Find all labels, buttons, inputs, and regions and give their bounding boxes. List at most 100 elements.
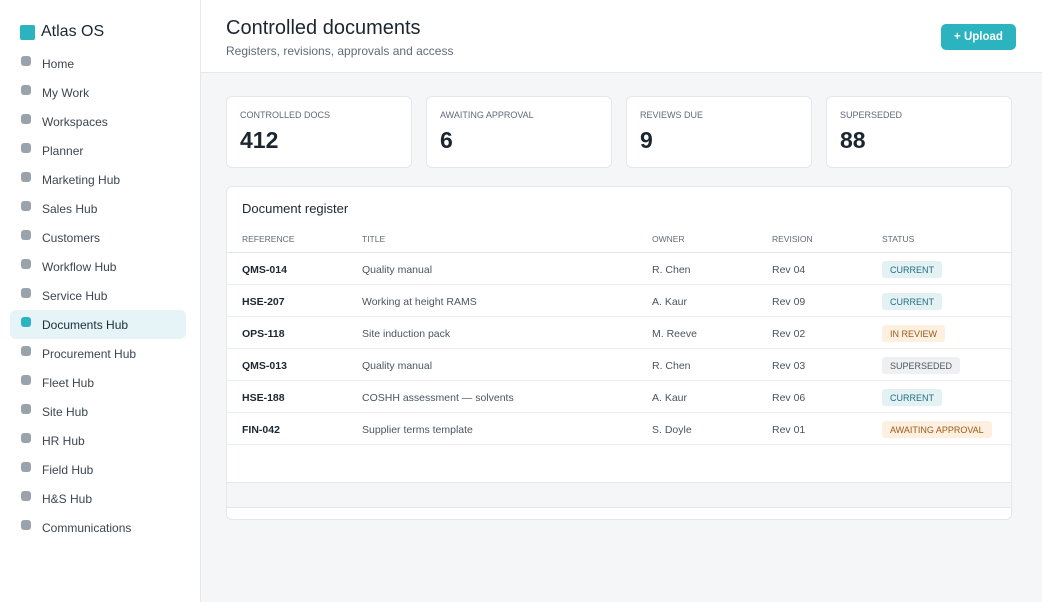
- stat-value: 9: [640, 127, 653, 153]
- column-header-revision[interactable]: REVISION: [772, 234, 813, 244]
- stat-label: CONTROLLED DOCS: [240, 110, 331, 120]
- cell-owner: M. Reeve: [652, 328, 697, 340]
- upload-button[interactable]: + Upload: [941, 24, 1016, 50]
- sidebar-item-sales-hub[interactable]: Sales Hub: [10, 194, 186, 223]
- stat-label: AWAITING APPROVAL: [440, 110, 534, 120]
- cell-reference: FIN-042: [242, 424, 280, 436]
- sidebar-item-label: Service Hub: [42, 288, 108, 303]
- cell-reference: HSE-188: [242, 392, 285, 404]
- status-badge: IN REVIEW: [882, 325, 946, 342]
- nav-bullet-icon: [21, 288, 31, 298]
- sidebar-item-label: H&S Hub: [42, 491, 93, 506]
- cell-title: Supplier terms template: [362, 424, 473, 436]
- page-subtitle: Registers, revisions, approvals and acce…: [226, 44, 454, 58]
- cell-reference: OPS-118: [242, 328, 285, 340]
- nav-bullet-icon: [21, 346, 31, 356]
- cell-revision: Rev 02: [772, 328, 806, 340]
- sidebar: Atlas OS Home My Work Workspaces Planner Mar…: [0, 0, 201, 602]
- status-badge: CURRENT: [882, 293, 942, 310]
- sidebar-item-label: Communications: [42, 520, 132, 535]
- app-name: Atlas OS: [41, 23, 105, 40]
- cell-revision: Rev 06: [772, 392, 806, 404]
- column-header-status[interactable]: STATUS: [882, 234, 914, 244]
- nav-bullet-icon: [21, 375, 31, 385]
- sidebar-item-fleet-hub[interactable]: Fleet Hub: [10, 368, 186, 397]
- sidebar-nav: Home My Work Workspaces Planner Marketing Hu…: [10, 49, 186, 542]
- nav-bullet-icon: [21, 259, 31, 269]
- document-register: Document register REFERENCE TITLE OWNER …: [226, 186, 1012, 520]
- table-body: QMS-014 Quality manual R. Chen Rev 04 CURREN…: [227, 253, 1011, 445]
- cell-owner: A. Kaur: [652, 296, 688, 308]
- sidebar-item-customers[interactable]: Customers: [10, 223, 186, 252]
- page-title: Controlled documents: [226, 17, 421, 39]
- sidebar-item-h-s-hub[interactable]: H&S Hub: [10, 484, 186, 513]
- sidebar-item-workspaces[interactable]: Workspaces: [10, 107, 186, 136]
- sidebar-item-my-work[interactable]: My Work: [10, 78, 186, 107]
- sidebar-item-home[interactable]: Home: [10, 49, 186, 78]
- sidebar-item-service-hub[interactable]: Service Hub: [10, 281, 186, 310]
- status-badge: AWAITING APPROVAL: [882, 421, 992, 438]
- table-footer: [227, 482, 1011, 508]
- column-header-reference[interactable]: REFERENCE: [242, 234, 294, 244]
- cell-title: Working at height RAMS: [362, 296, 477, 308]
- brand[interactable]: Atlas OS: [20, 23, 104, 41]
- stat-label: SUPERSEDED: [840, 110, 903, 120]
- sidebar-item-label: Documents Hub: [42, 317, 129, 332]
- logo-icon: [20, 24, 35, 40]
- cell-revision: Rev 04: [772, 264, 806, 276]
- cell-reference: HSE-207: [242, 296, 285, 308]
- stat-card-controlled-docs: CONTROLLED DOCS 412: [226, 96, 412, 168]
- table-header: REFERENCE TITLE OWNER REVISION STATUS: [227, 225, 1011, 253]
- cell-reference: QMS-014: [242, 264, 287, 276]
- nav-bullet-icon: [21, 85, 31, 95]
- register-title: Document register: [242, 201, 349, 216]
- nav-bullet-icon: [21, 114, 31, 124]
- status-badge: CURRENT: [882, 389, 942, 406]
- nav-bullet-icon: [21, 201, 31, 211]
- table-row[interactable]: QMS-014 Quality manual R. Chen Rev 04 CURREN…: [227, 253, 1011, 285]
- sidebar-item-documents-hub[interactable]: Documents Hub: [10, 310, 186, 339]
- sidebar-item-communications[interactable]: Communications: [10, 513, 186, 542]
- page-header: Controlled documents Registers, revision…: [201, 0, 1042, 73]
- table-row[interactable]: OPS-118 Site induction pack M. Reeve Rev 02…: [227, 317, 1011, 349]
- status-badge: SUPERSEDED: [882, 357, 961, 374]
- cell-revision: Rev 01: [772, 424, 806, 436]
- column-header-owner[interactable]: OWNER: [652, 234, 685, 244]
- table-row[interactable]: QMS-013 Quality manual R. Chen Rev 03 SUPERS…: [227, 349, 1011, 381]
- nav-bullet-icon: [21, 230, 31, 240]
- cell-reference: QMS-013: [242, 360, 287, 372]
- table-row[interactable]: HSE-207 Working at height RAMS A. Kaur Rev …: [227, 285, 1011, 317]
- sidebar-item-procurement-hub[interactable]: Procurement Hub: [10, 339, 186, 368]
- sidebar-item-label: Site Hub: [42, 404, 89, 419]
- sidebar-item-label: Workspaces: [42, 114, 108, 129]
- sidebar-item-label: My Work: [42, 85, 90, 100]
- sidebar-item-label: Workflow Hub: [42, 259, 117, 274]
- sidebar-item-label: Customers: [42, 230, 101, 245]
- sidebar-item-label: Marketing Hub: [42, 172, 121, 187]
- nav-bullet-icon: [21, 462, 31, 472]
- stat-value: 88: [840, 127, 866, 153]
- status-badge: CURRENT: [882, 261, 942, 278]
- nav-bullet-icon: [21, 520, 31, 530]
- table-row[interactable]: FIN-042 Supplier terms template S. Doyle Re…: [227, 413, 1011, 445]
- stat-card-superseded: SUPERSEDED 88: [826, 96, 1012, 168]
- sidebar-item-field-hub[interactable]: Field Hub: [10, 455, 186, 484]
- sidebar-item-label: HR Hub: [42, 433, 85, 448]
- cell-revision: Rev 03: [772, 360, 806, 372]
- sidebar-item-hr-hub[interactable]: HR Hub: [10, 426, 186, 455]
- sidebar-item-marketing-hub[interactable]: Marketing Hub: [10, 165, 186, 194]
- nav-bullet-icon: [21, 317, 31, 327]
- cell-owner: R. Chen: [652, 264, 691, 276]
- cell-title: Quality manual: [362, 360, 433, 372]
- sidebar-item-label: Home: [42, 56, 75, 71]
- cell-title: COSHH assessment — solvents: [362, 392, 514, 404]
- nav-bullet-icon: [21, 172, 31, 182]
- sidebar-item-label: Planner: [42, 143, 84, 158]
- nav-bullet-icon: [21, 491, 31, 501]
- sidebar-item-site-hub[interactable]: Site Hub: [10, 397, 186, 426]
- column-header-title[interactable]: TITLE: [362, 234, 385, 244]
- table-row[interactable]: HSE-188 COSHH assessment — solvents A. Kau…: [227, 381, 1011, 413]
- nav-bullet-icon: [21, 56, 31, 66]
- sidebar-item-planner[interactable]: Planner: [10, 136, 186, 165]
- sidebar-item-workflow-hub[interactable]: Workflow Hub: [10, 252, 186, 281]
